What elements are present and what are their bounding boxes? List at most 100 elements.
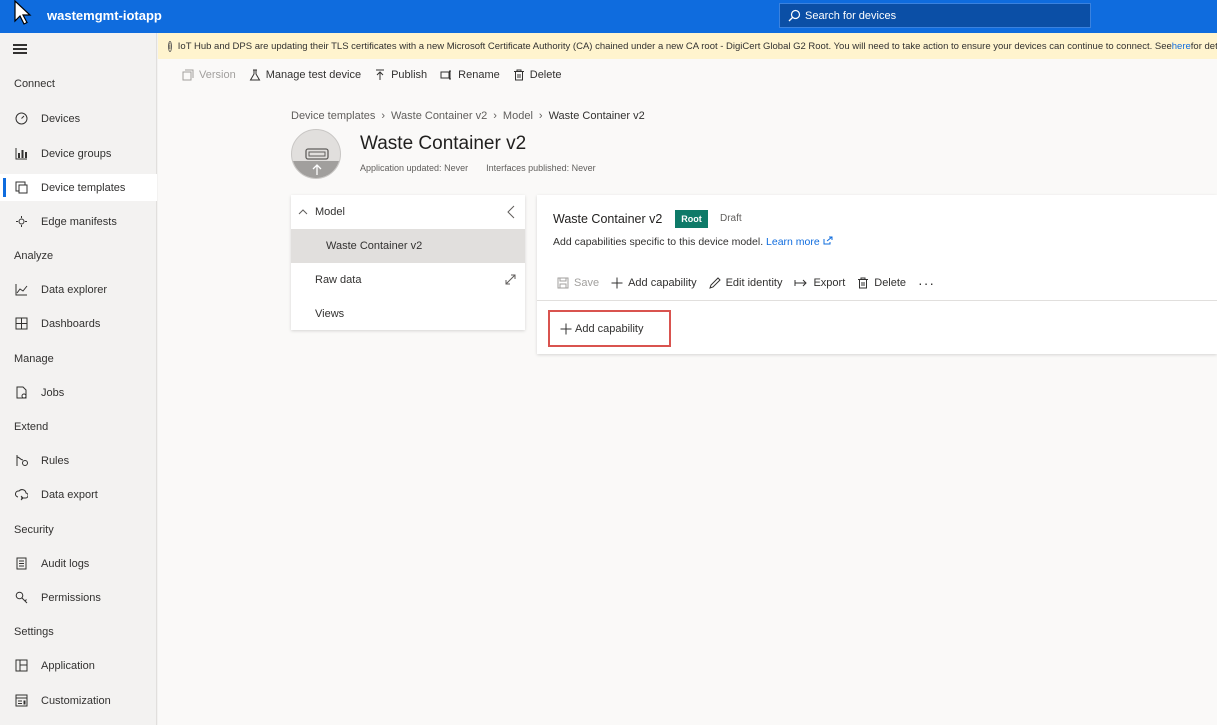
expand-icon[interactable] bbox=[505, 274, 516, 285]
sidebar-item-label: Device templates bbox=[41, 181, 126, 194]
sidebar-item-permissions[interactable]: Permissions bbox=[0, 584, 157, 611]
chevron-right-icon: › bbox=[381, 110, 386, 122]
more-options-button[interactable]: ··· bbox=[918, 275, 935, 291]
banner-tail: for detail bbox=[1190, 40, 1217, 52]
sidebar-item-label: Jobs bbox=[41, 386, 65, 399]
model-label: Model bbox=[315, 206, 345, 218]
upload-strip bbox=[292, 161, 340, 178]
views-node[interactable]: Views bbox=[291, 297, 525, 331]
rules-icon bbox=[14, 454, 28, 468]
sidebar-item-devices[interactable]: Devices bbox=[0, 105, 157, 132]
mouse-cursor-icon bbox=[14, 0, 32, 25]
section-analyze: Analyze bbox=[14, 250, 54, 262]
pencil-icon bbox=[708, 277, 721, 289]
sidebar-item-label: Edge manifests bbox=[41, 215, 117, 228]
sidebar-item-audit-logs[interactable]: Audit logs bbox=[0, 550, 157, 577]
tls-notice-banner: i IoT Hub and DPS are updating their TLS… bbox=[158, 33, 1217, 59]
raw-data-node[interactable]: Raw data bbox=[291, 263, 525, 297]
breadcrumb-device-templates[interactable]: Device templates bbox=[291, 110, 375, 122]
sidebar-item-edge-manifests[interactable]: Edge manifests bbox=[0, 208, 157, 235]
sidebar-item-data-export[interactable]: Data export bbox=[0, 481, 157, 508]
breadcrumb-model[interactable]: Model bbox=[503, 110, 533, 122]
page-title: Waste Container v2 bbox=[360, 133, 527, 154]
trash-icon bbox=[858, 277, 869, 289]
breadcrumb-template[interactable]: Waste Container v2 bbox=[391, 110, 487, 122]
jobs-icon bbox=[14, 386, 28, 400]
section-extend: Extend bbox=[14, 421, 49, 433]
draft-status: Draft bbox=[720, 213, 742, 224]
sidebar-item-rules[interactable]: Rules bbox=[0, 447, 157, 474]
save-label: Save bbox=[574, 277, 600, 289]
plus-icon bbox=[611, 277, 623, 289]
section-manage: Manage bbox=[14, 353, 54, 365]
devices-icon bbox=[14, 112, 28, 126]
edit-identity-button[interactable]: Edit identity bbox=[708, 277, 782, 289]
root-badge: Root bbox=[675, 210, 708, 228]
description-text: Add capabilities specific to this device… bbox=[553, 236, 764, 248]
model-node[interactable]: Model bbox=[291, 195, 525, 229]
views-label: Views bbox=[315, 308, 345, 320]
upload-arrow-icon bbox=[312, 164, 322, 175]
search-input[interactable]: Search for devices bbox=[779, 3, 1091, 28]
breadcrumb: Device templates › Waste Container v2 › … bbox=[291, 110, 645, 122]
app-title[interactable]: wastemgmt-iotapp bbox=[47, 8, 162, 23]
publish-icon bbox=[376, 69, 385, 80]
sidebar-item-customization[interactable]: Customization bbox=[0, 687, 157, 714]
manage-test-device-button[interactable]: Manage test device bbox=[249, 69, 361, 81]
sidebar-item-device-groups[interactable]: Device groups bbox=[0, 140, 157, 167]
sidebar-item-label: Customization bbox=[41, 694, 111, 707]
delete-template-button[interactable]: Delete bbox=[513, 69, 562, 81]
sidebar-item-label: Rules bbox=[41, 454, 70, 467]
delete-label: Delete bbox=[529, 69, 562, 81]
save-button[interactable]: Save bbox=[557, 277, 599, 289]
dashboards-icon bbox=[14, 317, 28, 331]
interfaces-published-text: Interfaces published: Never bbox=[486, 163, 596, 173]
template-image[interactable] bbox=[291, 129, 341, 179]
learn-more-label: Learn more bbox=[766, 236, 820, 248]
sidebar-item-dashboards[interactable]: Dashboards bbox=[0, 310, 157, 337]
data-export-icon bbox=[14, 488, 28, 502]
version-button[interactable]: Version bbox=[182, 69, 236, 81]
add-capability-button[interactable]: Add capability bbox=[548, 310, 671, 347]
rename-button[interactable]: Rename bbox=[440, 69, 500, 81]
export-button[interactable]: Export bbox=[794, 277, 845, 289]
sidebar-item-label: Data export bbox=[41, 488, 98, 501]
main-content: i IoT Hub and DPS are updating their TLS… bbox=[158, 33, 1217, 725]
sidebar-item-label: Permissions bbox=[41, 591, 101, 604]
permissions-icon bbox=[14, 591, 28, 605]
data-explorer-icon bbox=[14, 283, 28, 297]
sidebar-item-data-explorer[interactable]: Data explorer bbox=[0, 276, 157, 303]
publish-button[interactable]: Publish bbox=[374, 69, 427, 81]
export-label: Export bbox=[813, 277, 846, 289]
hamburger-menu-icon[interactable] bbox=[13, 44, 27, 56]
delete-model-button[interactable]: Delete bbox=[857, 277, 906, 289]
version-icon bbox=[182, 69, 194, 81]
banner-text: IoT Hub and DPS are updating their TLS c… bbox=[177, 40, 1172, 52]
external-link-icon bbox=[823, 236, 833, 245]
search-placeholder: Search for devices bbox=[805, 9, 897, 22]
more-icon: ··· bbox=[918, 275, 936, 291]
model-toolbar: Save Add capability Edit identity Export… bbox=[557, 275, 947, 291]
export-icon bbox=[794, 279, 808, 287]
raw-data-label: Raw data bbox=[315, 274, 362, 286]
learn-more-link[interactable]: Learn more bbox=[766, 236, 833, 248]
chevron-right-icon: › bbox=[538, 110, 543, 122]
sidebar-item-label: Data explorer bbox=[41, 283, 108, 296]
section-settings: Settings bbox=[14, 626, 54, 638]
model-item-waste-container[interactable]: Waste Container v2 bbox=[291, 229, 525, 263]
sidebar-item-label: Devices bbox=[41, 112, 81, 125]
add-capability-toolbar-button[interactable]: Add capability bbox=[611, 277, 697, 289]
breadcrumb-current: Waste Container v2 bbox=[548, 110, 645, 122]
banner-here-link[interactable]: here bbox=[1172, 41, 1191, 52]
trash-icon bbox=[513, 69, 524, 81]
sidebar-item-jobs[interactable]: Jobs bbox=[0, 379, 157, 406]
sidebar: Connect Devices Device groups Device tem… bbox=[0, 33, 157, 725]
template-toolbar: Version Manage test device Publish Renam… bbox=[158, 60, 1217, 90]
top-header: wastemgmt-iotapp Search for devices bbox=[0, 0, 1217, 33]
customization-icon bbox=[14, 694, 28, 708]
application-icon bbox=[14, 659, 28, 673]
sidebar-item-application[interactable]: Application bbox=[0, 652, 157, 679]
collapse-panel-icon[interactable] bbox=[507, 205, 515, 219]
sidebar-item-label: Dashboards bbox=[41, 317, 101, 330]
sidebar-item-device-templates[interactable]: Device templates bbox=[0, 174, 157, 201]
